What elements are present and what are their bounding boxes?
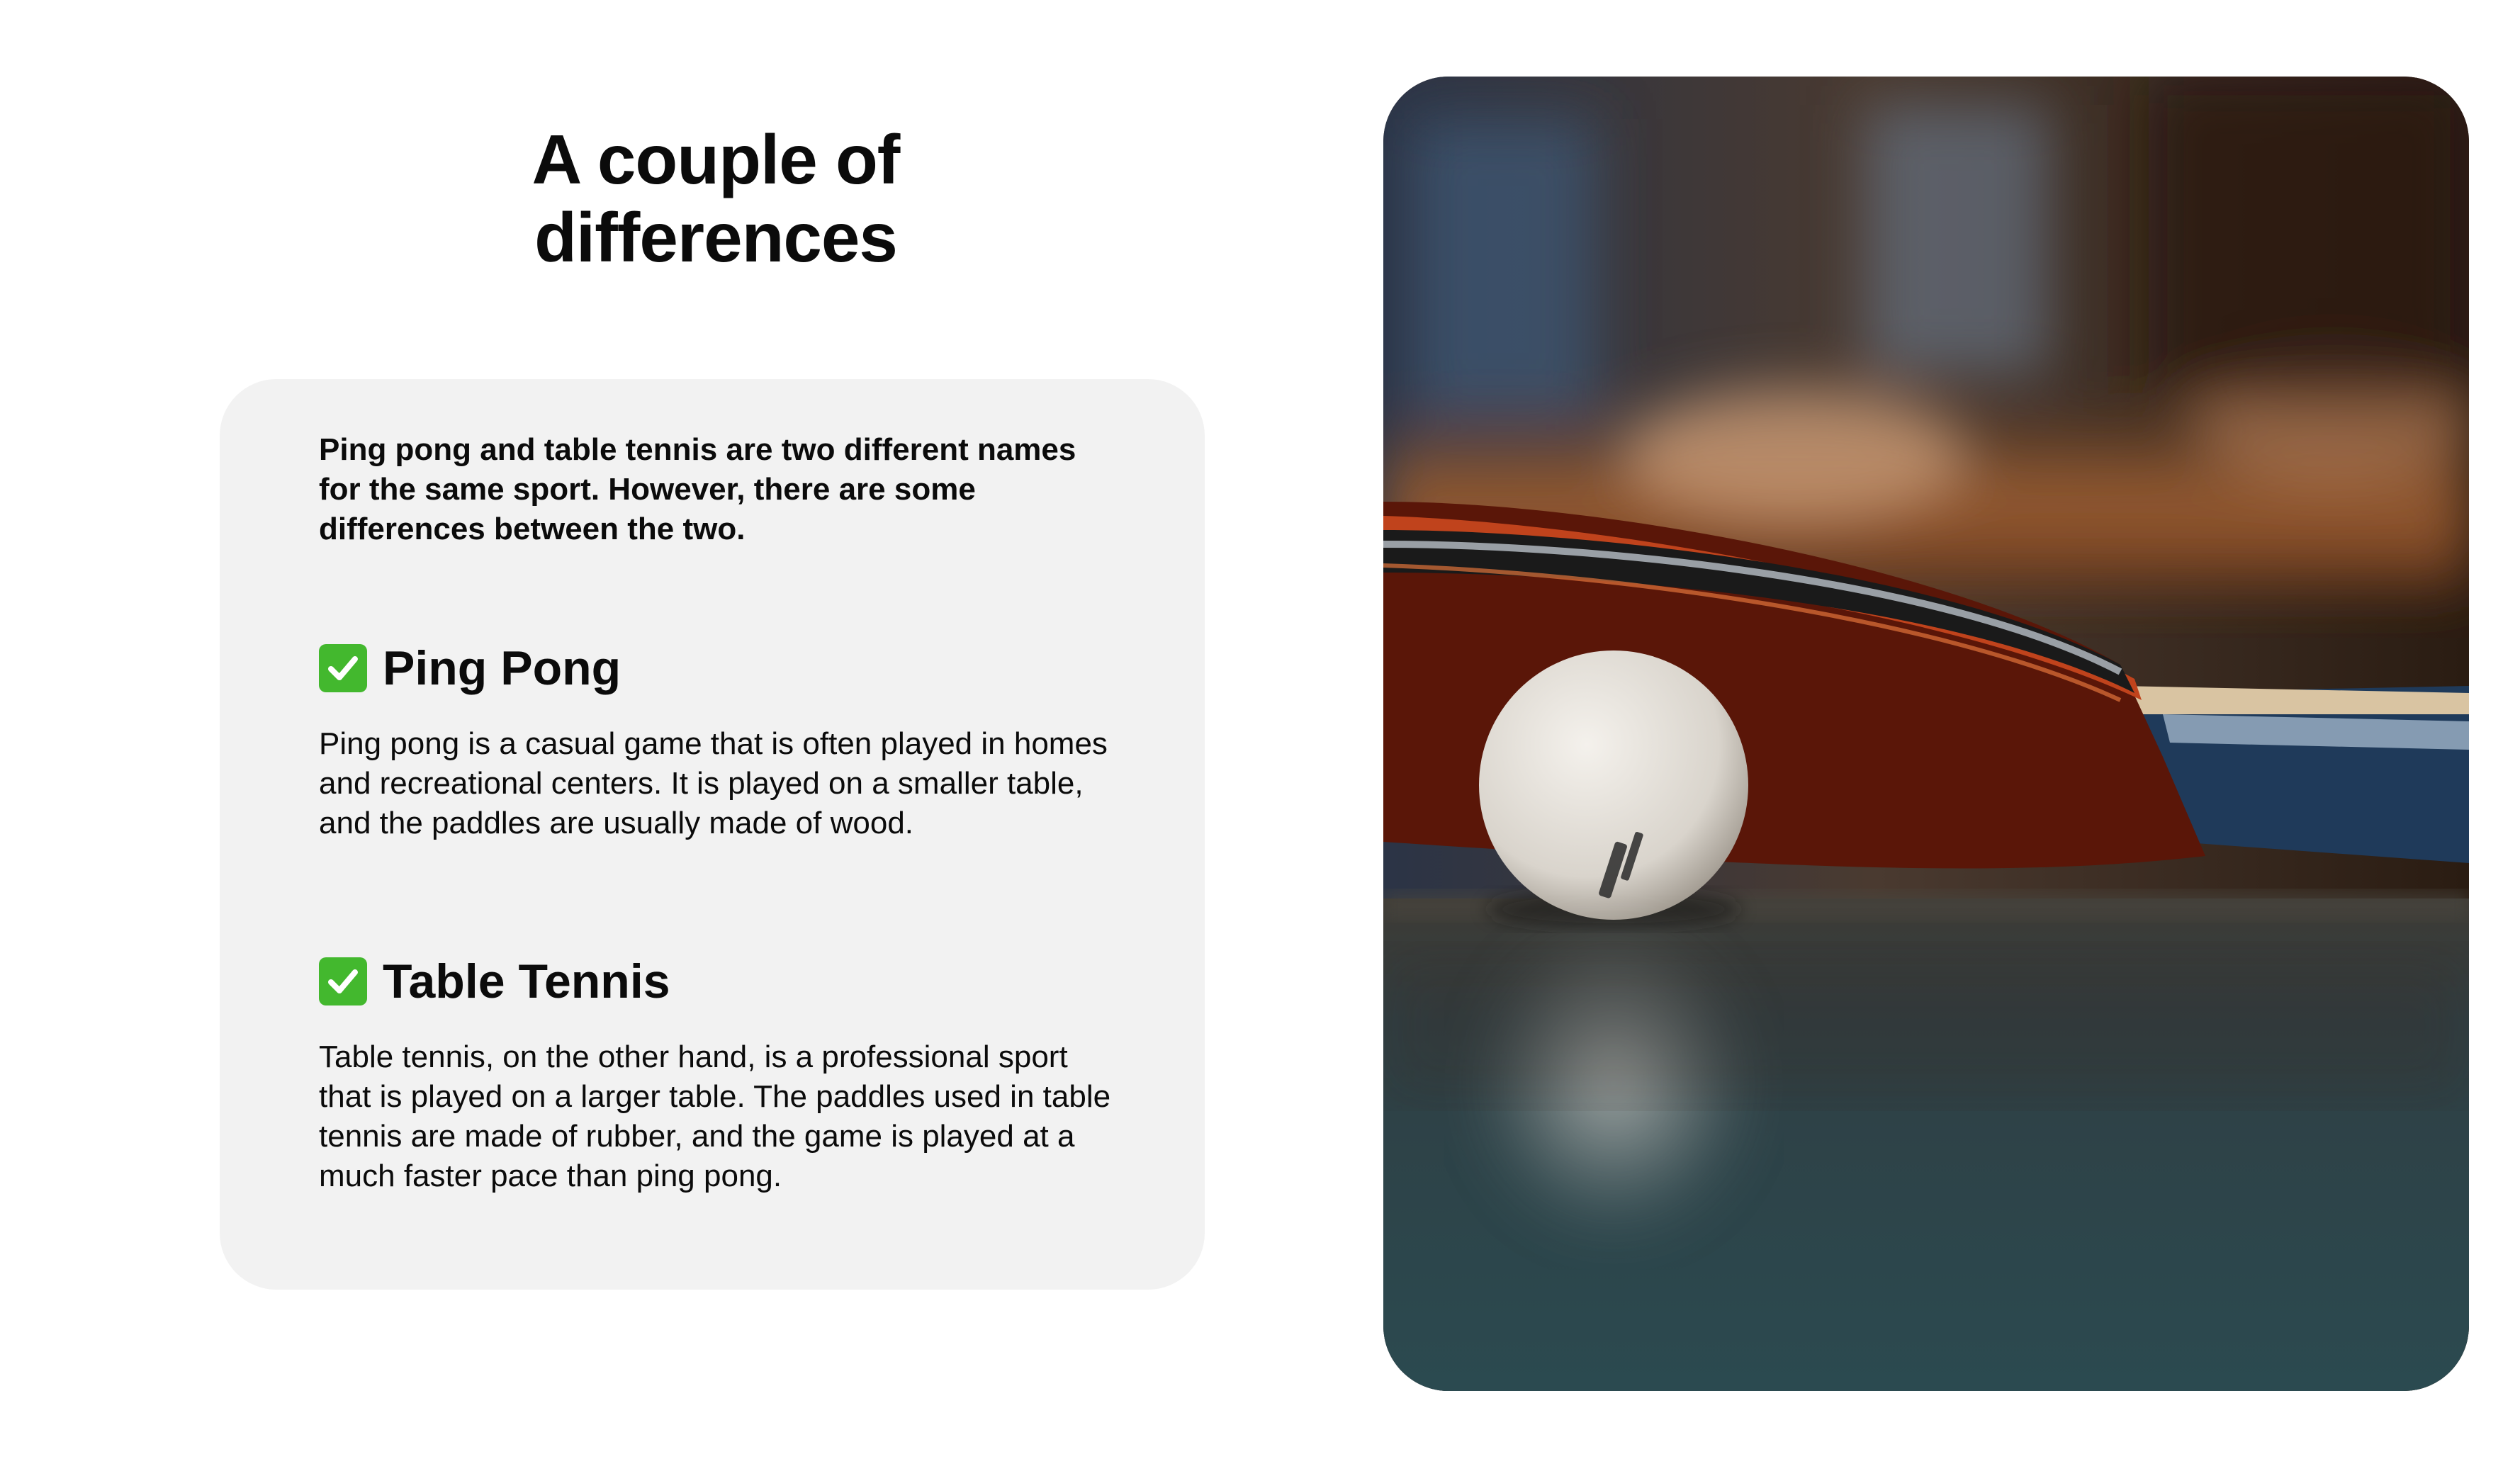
table-tennis-description: Table tennis, on the other hand, is a pr… bbox=[319, 1040, 1111, 1193]
content-card: Ping pong and table tennis are two diffe… bbox=[220, 379, 1205, 1290]
check-box-icon bbox=[319, 644, 367, 692]
intro-text: Ping pong and table tennis are two diffe… bbox=[319, 432, 1076, 546]
ping-pong-description: Ping pong is a casual game that is often… bbox=[319, 726, 1108, 840]
section-heading-table-tennis: Table Tennis bbox=[319, 953, 670, 1010]
table-tennis-heading: Table Tennis bbox=[383, 954, 670, 1008]
ping-pong-paddle-and-ball-photo bbox=[1383, 77, 2469, 1391]
slide-title: A couple of differences bbox=[531, 120, 901, 276]
ping-pong-heading: Ping Pong bbox=[383, 641, 621, 695]
check-box-icon bbox=[319, 957, 367, 1005]
section-heading-ping-pong: Ping Pong bbox=[319, 640, 621, 697]
slide: A couple of differences Ping pong and ta… bbox=[0, 0, 2520, 1459]
